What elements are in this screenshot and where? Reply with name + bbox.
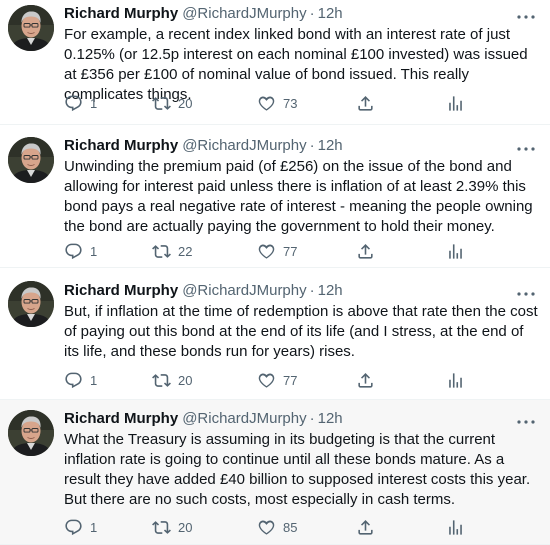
author-handle[interactable]: @RichardJMurphy — [182, 282, 306, 299]
author-handle[interactable]: @RichardJMurphy — [182, 137, 306, 154]
share-button[interactable] — [356, 241, 375, 261]
tweet[interactable]: Richard Murphy @RichardJMurphy · 12h Unwind… — [0, 125, 550, 268]
avatar[interactable] — [8, 5, 54, 51]
retweet-button[interactable]: 20 — [152, 370, 192, 390]
analytics-icon — [446, 371, 465, 390]
tweet-text: Unwinding the premium paid (of £256) on … — [64, 158, 533, 235]
reply-count: 1 — [90, 243, 98, 259]
share-icon — [356, 371, 375, 390]
retweet-count: 20 — [178, 372, 193, 388]
like-icon — [257, 94, 276, 113]
tweet-header: Richard Murphy @RichardJMurphy · 12h — [64, 3, 530, 25]
reply-button[interactable]: 1 — [64, 93, 97, 113]
separator-dot: · — [309, 282, 315, 299]
retweet-icon — [152, 518, 171, 537]
reply-button[interactable]: 1 — [64, 517, 97, 537]
like-icon — [257, 518, 276, 537]
action-bar: 1 22 77 — [64, 241, 504, 261]
tweet[interactable]: Richard Murphy @RichardJMurphy · 12h For ex… — [0, 0, 550, 125]
avatar[interactable] — [8, 410, 54, 456]
reply-icon — [64, 94, 83, 113]
action-bar: 1 20 73 — [64, 93, 504, 113]
more-icon[interactable] — [516, 7, 536, 17]
author-name[interactable]: Richard Murphy — [64, 137, 178, 154]
retweet-button[interactable]: 20 — [152, 517, 192, 537]
timestamp[interactable]: 12h — [318, 410, 343, 427]
analytics-button[interactable] — [446, 517, 465, 537]
retweet-icon — [152, 371, 171, 390]
author-handle[interactable]: @RichardJMurphy — [182, 410, 306, 427]
reply-icon — [64, 518, 83, 537]
like-button[interactable]: 77 — [257, 241, 297, 261]
separator-dot: · — [309, 137, 315, 154]
author-name[interactable]: Richard Murphy — [64, 282, 178, 299]
like-count: 77 — [283, 372, 298, 388]
separator-dot: · — [309, 410, 315, 427]
reply-count: 1 — [90, 519, 98, 535]
reply-count: 1 — [90, 95, 98, 111]
author-handle[interactable]: @RichardJMurphy — [182, 5, 306, 22]
tweet-text: What the Treasury is assuming in its bud… — [64, 431, 531, 508]
timestamp[interactable]: 12h — [318, 137, 343, 154]
action-bar: 1 20 85 — [64, 517, 504, 537]
avatar[interactable] — [8, 281, 54, 327]
like-icon — [257, 242, 276, 261]
like-icon — [257, 371, 276, 390]
reply-button[interactable]: 1 — [64, 241, 97, 261]
author-name[interactable]: Richard Murphy — [64, 410, 178, 427]
share-button[interactable] — [356, 93, 375, 113]
retweet-button[interactable]: 20 — [152, 93, 192, 113]
reply-icon — [64, 371, 83, 390]
separator-dot: · — [309, 5, 315, 22]
action-bar: 1 20 77 — [64, 370, 504, 390]
like-count: 73 — [283, 95, 298, 111]
like-button[interactable]: 77 — [257, 370, 297, 390]
analytics-button[interactable] — [446, 241, 465, 261]
reply-count: 1 — [90, 372, 98, 388]
like-count: 85 — [283, 519, 298, 535]
analytics-icon — [446, 242, 465, 261]
retweet-count: 22 — [178, 243, 193, 259]
analytics-button[interactable] — [446, 93, 465, 113]
retweet-icon — [152, 94, 171, 113]
like-button[interactable]: 73 — [257, 93, 297, 113]
retweet-count: 20 — [178, 95, 193, 111]
author-name[interactable]: Richard Murphy — [64, 5, 178, 22]
avatar[interactable] — [8, 137, 54, 183]
tweet[interactable]: Richard Murphy @RichardJMurphy · 12h What t… — [0, 400, 550, 545]
analytics-button[interactable] — [446, 370, 465, 390]
share-icon — [356, 242, 375, 261]
share-icon — [356, 518, 375, 537]
share-button[interactable] — [356, 370, 375, 390]
reply-icon — [64, 242, 83, 261]
timestamp[interactable]: 12h — [318, 282, 343, 299]
more-icon[interactable] — [516, 139, 536, 149]
more-icon[interactable] — [516, 284, 536, 294]
tweet-header: Richard Murphy @RichardJMurphy · 12h — [64, 280, 530, 302]
share-icon — [356, 94, 375, 113]
tweet-text: But, if inflation at the time of redempt… — [64, 303, 538, 360]
like-count: 77 — [283, 243, 298, 259]
reply-button[interactable]: 1 — [64, 370, 97, 390]
retweet-count: 20 — [178, 519, 193, 535]
tweet-header: Richard Murphy @RichardJMurphy · 12h — [64, 408, 530, 430]
analytics-icon — [446, 94, 465, 113]
like-button[interactable]: 85 — [257, 517, 297, 537]
tweet[interactable]: Richard Murphy @RichardJMurphy · 12h But, i… — [0, 268, 550, 400]
analytics-icon — [446, 518, 465, 537]
more-icon[interactable] — [516, 412, 536, 422]
retweet-icon — [152, 242, 171, 261]
timestamp[interactable]: 12h — [318, 5, 343, 22]
share-button[interactable] — [356, 517, 375, 537]
tweet-header: Richard Murphy @RichardJMurphy · 12h — [64, 135, 530, 157]
retweet-button[interactable]: 22 — [152, 241, 192, 261]
